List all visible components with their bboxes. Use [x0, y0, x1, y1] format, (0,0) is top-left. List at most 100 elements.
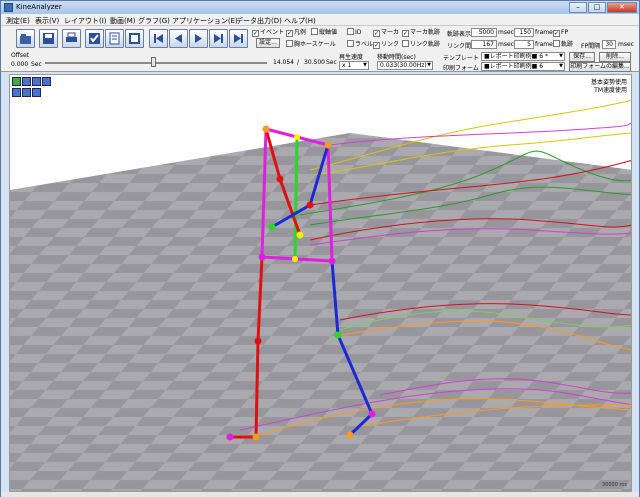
close-button[interactable]: ✕: [607, 2, 637, 13]
playback-speed-select[interactable]: x 1 ▼: [339, 61, 369, 70]
link-interval-msec-field[interactable]: 167: [471, 40, 497, 49]
menu-measure[interactable]: 測定(E): [6, 16, 30, 26]
menu-help[interactable]: ヘルプ(H): [284, 16, 316, 26]
marker-wrist-left: [296, 231, 304, 239]
move-tool-icon[interactable]: [22, 77, 31, 86]
window-title: KineAnalyzer: [16, 3, 62, 11]
time-current: 14.054: [273, 59, 294, 66]
track-display-msec-field[interactable]: 5000: [471, 28, 497, 37]
app-window: KineAnalyzer – □ ✕ 測定(E) 表示(V) レイアウト(I) …: [0, 0, 640, 497]
menu-movie[interactable]: 動画(M): [110, 16, 136, 26]
fp-checkbox[interactable]: ✓ FP: [553, 28, 568, 37]
fp-interval-field[interactable]: 30: [602, 40, 616, 49]
marker-toe-right: [346, 431, 354, 439]
menu-bar: 測定(E) 表示(V) レイアウト(I) 動画(M) グラフ(G) アプリケーシ…: [1, 14, 639, 26]
time-slider-thumb[interactable]: [151, 57, 156, 67]
chevron-down-icon: ▼: [559, 63, 563, 69]
marker-track-checkbox[interactable]: ✓ マーカ軌跡: [402, 28, 440, 37]
id-checkbox[interactable]: ID: [347, 28, 361, 37]
marker-hip-left: [258, 253, 266, 261]
scale-checkbox[interactable]: 胸ホースケール: [286, 40, 336, 49]
shift-time-label: 移動時間(sec): [377, 54, 416, 61]
legend-checkbox[interactable]: ✓ 凡例: [286, 28, 306, 37]
step-forward-button[interactable]: [209, 29, 228, 48]
edit-print-form-button[interactable]: 印刷フォームの編集...: [569, 62, 631, 72]
skip-end-icon: [234, 34, 243, 43]
report-button[interactable]: [105, 29, 124, 48]
playback-speed-label: 再生速度: [339, 54, 364, 61]
menu-data-output[interactable]: データ出力(D): [236, 16, 282, 26]
fp-interval-unit: msec: [618, 41, 634, 48]
marker-toe-left: [252, 433, 260, 441]
offset-value: 0.000: [11, 61, 29, 68]
marker-checkbox[interactable]: ✓ マーカ: [373, 28, 399, 37]
marker-knee-right: [334, 331, 342, 339]
time-separator: /: [297, 59, 300, 66]
select-tool-icon[interactable]: [12, 77, 21, 86]
toolbar: 設定... ✓ イベント ✓ 凡例 縦軸値 ID ✓ マーカ ✓ マーカ軌跡 胸ホースケ…: [1, 26, 639, 72]
marker-ankle-right: [368, 410, 376, 418]
marker-knee-left: [254, 337, 262, 345]
time-unit: Sec: [326, 59, 337, 66]
label-checkbox[interactable]: ラベル: [347, 40, 373, 49]
skip-start-button[interactable]: [149, 29, 168, 48]
step-back-button[interactable]: [169, 29, 188, 48]
view-tools-row-1: [12, 77, 51, 86]
fp-interval-label: FP間隔: [581, 43, 601, 50]
frame-unit-label-2: frame: [535, 41, 553, 48]
maximize-button[interactable]: □: [588, 2, 606, 13]
marker-elbow-left: [276, 175, 284, 183]
open-button[interactable]: [16, 29, 35, 48]
link-interval-frame-field[interactable]: 5: [514, 40, 534, 49]
rotate-tool-icon[interactable]: [32, 77, 41, 86]
calculator-icon: [129, 33, 140, 44]
vertical-axis-checkbox[interactable]: 縦軸値: [311, 28, 337, 37]
menu-application[interactable]: アプリケーション(E): [172, 16, 238, 26]
msec-unit-label: msec: [498, 29, 514, 36]
marker-wrist-right: [268, 223, 276, 231]
msec-unit-label-2: msec: [498, 41, 514, 48]
check-button[interactable]: [85, 29, 104, 48]
save-template-button[interactable]: 保存...: [569, 52, 595, 62]
3d-scene[interactable]: [10, 75, 632, 492]
legend-tm-speed: TM速度使用: [594, 87, 627, 94]
link-track-checkbox[interactable]: リンク軌跡: [402, 40, 440, 49]
template-select[interactable]: ■レポート印刷例■ 6 * ▼: [481, 52, 565, 61]
play-icon: [195, 34, 202, 43]
step-back-icon: [175, 34, 182, 43]
skip-start-icon: [154, 34, 163, 43]
template-label: テンプレート: [443, 55, 479, 62]
open-icon: [20, 34, 31, 44]
frame-time-label: 30000 ms: [602, 482, 627, 488]
marker-head-right: [324, 141, 332, 149]
front-view-icon[interactable]: [22, 88, 31, 97]
offset-label: Offset: [11, 52, 30, 59]
home-view-icon[interactable]: [12, 88, 21, 97]
menu-view[interactable]: 表示(V): [35, 16, 59, 26]
delete-template-button[interactable]: 削除...: [599, 52, 631, 62]
shift-time-select[interactable]: 0.033(30.00Hz) ▼: [377, 61, 433, 70]
event-checkbox[interactable]: ✓ イベント: [252, 28, 284, 37]
print-button[interactable]: [62, 29, 81, 48]
menu-layout[interactable]: レイアウト(I): [64, 16, 107, 26]
play-button[interactable]: [189, 29, 208, 48]
minimize-button[interactable]: –: [569, 2, 587, 13]
track-checkbox[interactable]: 軌跡: [553, 40, 573, 49]
menu-graph[interactable]: グラフ(G): [138, 16, 170, 26]
side-view-icon[interactable]: [32, 88, 41, 97]
link-checkbox[interactable]: ✓ リンク: [373, 40, 399, 49]
print-form-select[interactable]: ■レポート印刷例■ 6 ▼: [481, 62, 565, 71]
report-icon: [109, 32, 120, 45]
chevron-down-icon: ▼: [427, 62, 431, 68]
track-display-frame-field[interactable]: 150: [514, 28, 534, 37]
view-tools-row-2: [12, 88, 41, 97]
time-slider-track[interactable]: [45, 62, 267, 64]
save-button[interactable]: [39, 29, 58, 48]
settings-button[interactable]: 設定...: [256, 38, 280, 48]
zoom-tool-icon[interactable]: [42, 77, 51, 86]
3d-view[interactable]: 基本姿勢使用 TM速度使用 30000 ms: [9, 74, 632, 492]
skip-end-button[interactable]: [229, 29, 248, 48]
marker-elbow-right: [306, 201, 314, 209]
app-logo-icon: [4, 3, 13, 12]
calculator-button[interactable]: [125, 29, 144, 48]
